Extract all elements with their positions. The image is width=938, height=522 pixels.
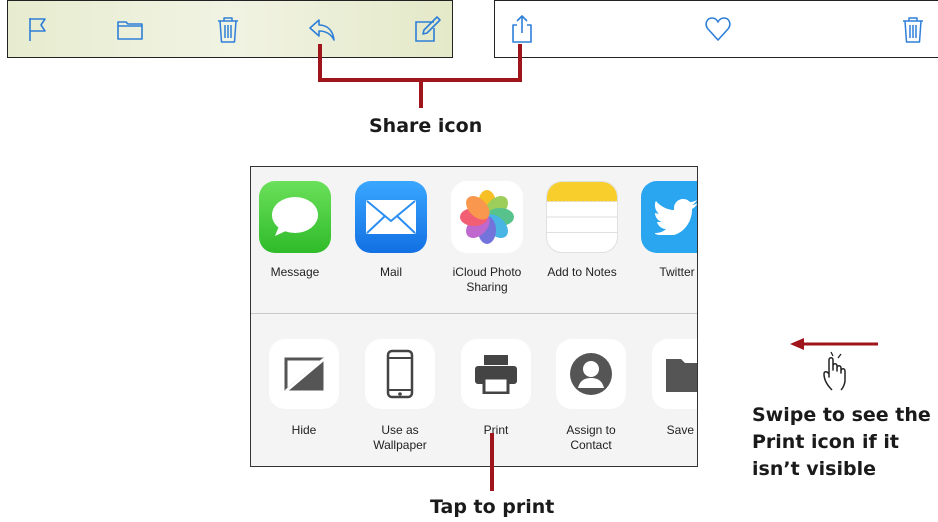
folder-icon [652, 339, 697, 409]
tap-to-print-caption: Tap to print [430, 496, 555, 518]
contact-icon [556, 339, 626, 409]
share-app-label: iCloud Photo Sharing [452, 265, 522, 294]
callout-line [318, 44, 322, 82]
flag-icon[interactable] [22, 14, 52, 44]
printer-icon [461, 339, 531, 409]
hand-swipe-icon [823, 351, 846, 391]
heart-icon[interactable] [703, 14, 733, 44]
share-app-add-to-notes[interactable]: Add to Notes [536, 181, 628, 280]
callout-line [490, 433, 494, 491]
swipe-instruction: Swipe to see the Print icon if it isn’t … [752, 336, 938, 496]
share-app-twitter[interactable]: Twitter [631, 181, 697, 280]
share-action-save-to[interactable]: Save to [641, 339, 697, 438]
share-app-mail[interactable]: Mail [345, 181, 437, 280]
share-action-label: Print [483, 423, 509, 437]
share-app-label: Message [270, 265, 320, 279]
trash-icon[interactable] [213, 14, 243, 44]
share-sheet: Message Mail iCloud Photo Sharing Add to… [250, 166, 698, 467]
share-sheet-divider [251, 313, 697, 314]
share-action-hide[interactable]: Hide [258, 339, 350, 438]
share-action-label: Assign to Contact [566, 423, 616, 452]
hide-icon [269, 339, 339, 409]
share-action-assign-to-contact[interactable]: Assign to Contact [545, 339, 637, 453]
share-action-label: Hide [291, 423, 317, 437]
share-action-print[interactable]: Print [450, 339, 542, 438]
swipe-caption-line3: isn’t visible [752, 458, 876, 480]
message-icon [259, 181, 331, 253]
swipe-caption-line1: Swipe to see the [752, 404, 931, 426]
callout-line [518, 44, 522, 82]
phone-icon [365, 339, 435, 409]
twitter-icon [641, 181, 697, 253]
share-app-label: Add to Notes [547, 265, 617, 279]
swipe-caption-line2: Print icon if it [752, 431, 899, 453]
share-app-label: Twitter [659, 265, 695, 279]
notes-icon [546, 181, 618, 253]
mail-toolbar [7, 0, 453, 58]
share-icon[interactable] [507, 14, 537, 44]
share-action-use-as-wallpaper[interactable]: Use as Wallpaper [354, 339, 446, 453]
photos-icon [451, 181, 523, 253]
share-action-label: Save to [666, 423, 697, 437]
callout-line [419, 78, 423, 108]
reply-icon[interactable] [307, 14, 337, 44]
compose-icon[interactable] [412, 14, 442, 44]
share-action-label: Use as Wallpaper [373, 423, 427, 452]
trash-icon[interactable] [898, 14, 928, 44]
share-app-message[interactable]: Message [251, 181, 341, 280]
share-app-icloud-photo-sharing[interactable]: iCloud Photo Sharing [441, 181, 533, 295]
mail-icon [355, 181, 427, 253]
folder-icon[interactable] [115, 14, 145, 44]
share-icon-caption: Share icon [369, 115, 483, 137]
share-app-label: Mail [379, 265, 402, 279]
photo-toolbar [494, 0, 938, 58]
